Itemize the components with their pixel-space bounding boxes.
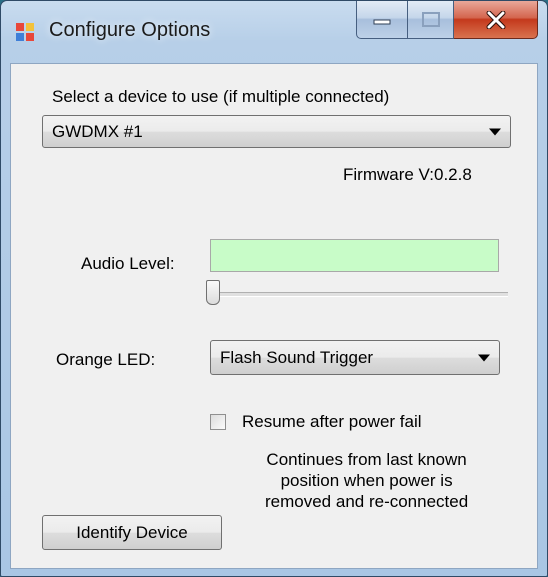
- audio-slider-track[interactable]: [210, 292, 508, 297]
- resume-checkbox[interactable]: [210, 414, 226, 430]
- resume-description-line: Continues from last known: [266, 450, 467, 469]
- configure-options-window: Configure Options Select a device to use…: [0, 0, 548, 577]
- resume-description-line: position when power is: [280, 471, 453, 490]
- audio-slider-thumb[interactable]: [206, 280, 220, 305]
- window-title: Configure Options: [49, 19, 211, 41]
- audio-level-fill: [211, 240, 498, 271]
- chevron-down-icon: [489, 128, 501, 135]
- maximize-icon: [421, 11, 440, 27]
- orange-led-label: Orange LED:: [56, 350, 156, 369]
- caption-buttons: [356, 1, 538, 41]
- device-select-value: GWDMX #1: [52, 121, 143, 141]
- resume-description: Continues from last known position when …: [265, 449, 468, 512]
- device-select-label: Select a device to use (if multiple conn…: [52, 87, 390, 106]
- minimize-icon: [373, 19, 391, 24]
- maximize-button[interactable]: [408, 1, 454, 39]
- orange-led-select[interactable]: Flash Sound Trigger: [210, 340, 500, 375]
- resume-checkbox-label: Resume after power fail: [242, 412, 422, 431]
- resume-description-line: removed and re-connected: [265, 492, 469, 511]
- orange-led-select-value: Flash Sound Trigger: [220, 347, 374, 367]
- audio-level-label: Audio Level:: [81, 254, 175, 273]
- firmware-version: Firmware V:0.2.8: [343, 165, 472, 184]
- close-button[interactable]: [454, 1, 538, 39]
- title-bar[interactable]: Configure Options: [1, 1, 547, 63]
- minimize-button[interactable]: [356, 1, 408, 39]
- dialog-body: Select a device to use (if multiple conn…: [10, 63, 538, 569]
- audio-level-meter: [210, 239, 499, 272]
- identify-device-button[interactable]: Identify Device: [42, 515, 222, 550]
- app-icon: [16, 23, 34, 41]
- chevron-down-icon: [478, 354, 490, 361]
- device-select[interactable]: GWDMX #1: [42, 115, 511, 148]
- close-icon: [486, 10, 505, 29]
